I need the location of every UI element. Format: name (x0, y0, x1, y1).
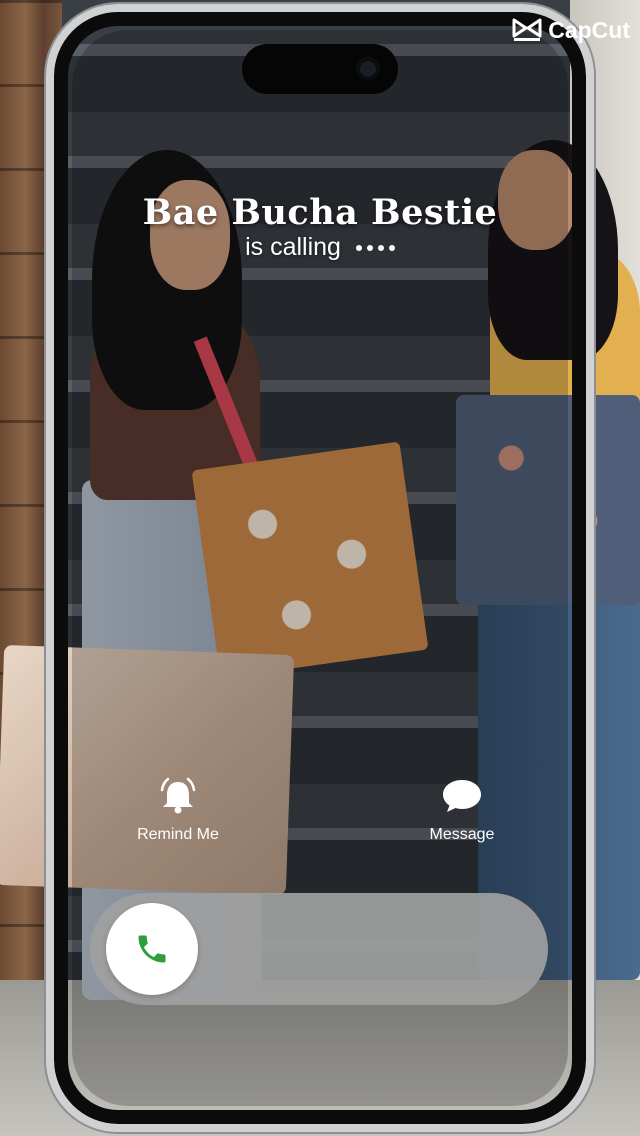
message-button[interactable]: Message (392, 776, 532, 844)
phone-icon (138, 935, 166, 963)
bell-icon (160, 777, 196, 814)
capcut-logo-icon (512, 18, 542, 41)
caller-name: Bae Bucha Bestie (142, 192, 498, 233)
message-label: Message (429, 826, 495, 843)
speech-bubble-icon (443, 780, 481, 812)
remind-me-button[interactable]: Remind Me (108, 776, 248, 844)
dynamic-island (242, 44, 398, 94)
camera-icon (356, 57, 380, 81)
slide-to-answer-track[interactable] (90, 893, 548, 1005)
call-status-text: is calling (245, 233, 341, 261)
answer-call-button[interactable] (106, 903, 198, 995)
remind-me-label: Remind Me (137, 826, 219, 843)
capcut-watermark: CapCut (512, 16, 630, 44)
calling-dots-icon (355, 245, 395, 252)
watermark-label: CapCut (548, 16, 630, 43)
call-status: is calling (0, 233, 640, 262)
